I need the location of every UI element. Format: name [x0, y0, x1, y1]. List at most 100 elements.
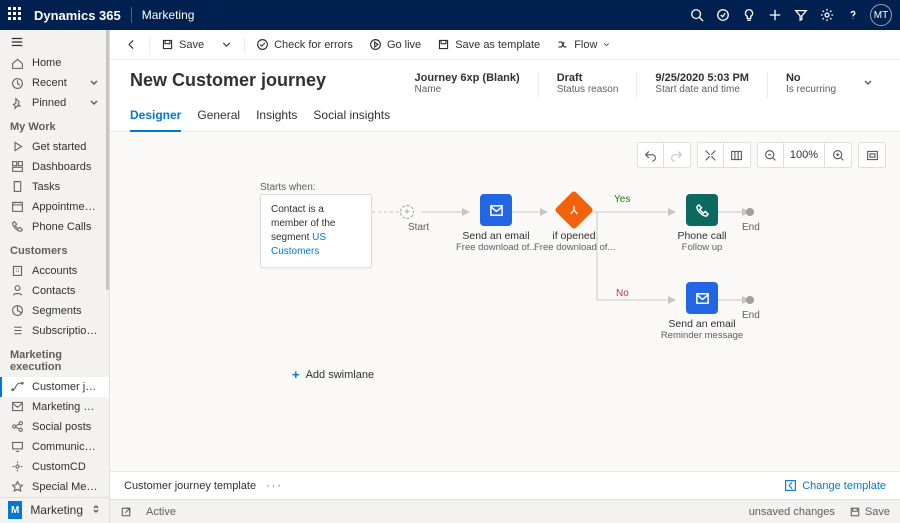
- sidebar-section-exec: Marketing execution: [0, 341, 109, 377]
- tab-designer[interactable]: Designer: [130, 108, 181, 132]
- hamburger-icon[interactable]: [0, 30, 109, 53]
- node-phone-call[interactable]: Phone call Follow up: [662, 194, 742, 253]
- phone-icon: [10, 220, 24, 234]
- clock-icon: [10, 76, 24, 90]
- sidebar-item-getstarted[interactable]: Get started: [0, 137, 109, 157]
- zoom-level: 100%: [784, 143, 825, 167]
- node-condition[interactable]: if opened Free download of...: [534, 194, 614, 253]
- expand-header-button[interactable]: [856, 70, 880, 97]
- map-button[interactable]: [724, 143, 750, 167]
- check-errors-button[interactable]: Check for errors: [249, 33, 360, 57]
- bulb-icon[interactable]: [736, 0, 762, 30]
- mail-icon: [686, 282, 718, 314]
- add-swimlane-button[interactable]: + Add swimlane: [292, 367, 374, 382]
- gear-icon: [10, 460, 24, 474]
- tab-social-insights[interactable]: Social insights: [313, 108, 390, 131]
- save-dropdown[interactable]: [213, 33, 240, 57]
- sidebar-item-social[interactable]: Social posts: [0, 417, 109, 437]
- sidebar-item-appointments[interactable]: Appointments: [0, 197, 109, 217]
- start-label: Start: [408, 222, 429, 233]
- zoom-in-button[interactable]: [825, 143, 851, 167]
- flow-button[interactable]: Flow: [549, 33, 618, 57]
- sidebar-item-phonecalls[interactable]: Phone Calls: [0, 217, 109, 237]
- sidebar-item-segments[interactable]: Segments: [0, 301, 109, 321]
- mail-icon: [10, 400, 24, 414]
- node-send-email-2[interactable]: Send an email Reminder message: [656, 282, 748, 341]
- sidebar-item-pinned[interactable]: Pinned: [0, 93, 109, 113]
- comm-icon: [10, 440, 24, 454]
- canvas-toolbar: 100%: [637, 142, 886, 168]
- user-avatar[interactable]: MT: [870, 4, 892, 26]
- updown-icon: [91, 503, 101, 517]
- sidebar-item-emails[interactable]: Marketing emails: [0, 397, 109, 417]
- popout-button[interactable]: [120, 506, 132, 518]
- save-template-button[interactable]: Save as template: [430, 33, 547, 57]
- sidebar-item-tasks[interactable]: Tasks: [0, 177, 109, 197]
- branch-icon: [554, 190, 594, 230]
- branch-no-label: No: [616, 288, 629, 299]
- chevron-down-icon: [89, 78, 99, 88]
- add-node-button[interactable]: +: [400, 205, 414, 219]
- fit-button[interactable]: [698, 143, 724, 167]
- sidebar-item-commd[interactable]: Communication D...: [0, 437, 109, 457]
- tab-bar: Designer General Insights Social insight…: [110, 98, 900, 132]
- meta-name: Journey 6xp (Blank)Name: [415, 72, 520, 95]
- filter-icon[interactable]: [788, 0, 814, 30]
- journey-icon: [10, 380, 24, 394]
- search-icon[interactable]: [684, 0, 710, 30]
- back-button[interactable]: [118, 33, 145, 57]
- more-button[interactable]: ···: [266, 480, 283, 492]
- status-label: Active: [146, 506, 176, 518]
- home-icon: [10, 56, 24, 70]
- sidebar-section-mywork: My Work: [0, 113, 109, 137]
- area-switcher[interactable]: M Marketing: [0, 497, 109, 523]
- sidebar-section-customers: Customers: [0, 237, 109, 261]
- gear-icon[interactable]: [814, 0, 840, 30]
- sidebar-item-home[interactable]: Home: [0, 53, 109, 73]
- area-initial: M: [8, 501, 22, 519]
- journey-canvas[interactable]: 100% Starts when: Contact is a member of…: [110, 132, 900, 471]
- sidebar-item-customcd[interactable]: CustomCD: [0, 457, 109, 477]
- sidebar-item-recent[interactable]: Recent: [0, 73, 109, 93]
- sidebar-item-accounts[interactable]: Accounts: [0, 261, 109, 281]
- template-label: Customer journey template: [124, 480, 256, 492]
- help-icon[interactable]: [840, 0, 866, 30]
- fullscreen-button[interactable]: [859, 143, 885, 167]
- mail-icon: [480, 194, 512, 226]
- star-icon: [10, 480, 24, 494]
- building-icon: [10, 264, 24, 278]
- page-title: New Customer journey: [130, 70, 395, 91]
- sidebar-item-dashboards[interactable]: Dashboards: [0, 157, 109, 177]
- brand-label: Dynamics 365: [34, 8, 121, 23]
- change-template-button[interactable]: Change template: [784, 479, 886, 492]
- footer-save-button[interactable]: Save: [849, 506, 890, 518]
- app-launcher-icon[interactable]: [8, 7, 24, 23]
- tab-insights[interactable]: Insights: [256, 108, 297, 131]
- divider: [131, 7, 132, 23]
- sidebar-item-contacts[interactable]: Contacts: [0, 281, 109, 301]
- tab-general[interactable]: General: [197, 108, 240, 131]
- go-live-button[interactable]: Go live: [362, 33, 428, 57]
- task-icon[interactable]: [710, 0, 736, 30]
- clipboard-icon: [10, 180, 24, 194]
- play-icon: [10, 140, 24, 154]
- unsaved-label: unsaved changes: [749, 506, 835, 518]
- command-bar: Save Check for errors Go live Save as te…: [110, 30, 900, 60]
- nav-sidebar: Home Recent Pinned My Work Get started D…: [0, 30, 110, 523]
- redo-button[interactable]: [664, 143, 690, 167]
- start-trigger-card[interactable]: Contact is a member of the segment US Cu…: [260, 194, 372, 268]
- sidebar-item-sublists[interactable]: Subscription lists: [0, 321, 109, 341]
- node-send-email-1[interactable]: Send an email Free download of...: [456, 194, 536, 253]
- end-label: End: [742, 222, 760, 233]
- undo-button[interactable]: [638, 143, 664, 167]
- plus-icon: +: [292, 367, 300, 382]
- sidebar-item-journeys[interactable]: Customer journeys: [0, 377, 109, 397]
- add-icon[interactable]: [762, 0, 788, 30]
- meta-start: 9/25/2020 5:03 PMStart date and time: [655, 72, 749, 95]
- scrollbar[interactable]: [106, 30, 109, 290]
- zoom-out-button[interactable]: [758, 143, 784, 167]
- sidebar-item-special[interactable]: Special Messages: [0, 477, 109, 497]
- status-bar: Active unsaved changes Save: [110, 499, 900, 523]
- save-button[interactable]: Save: [154, 33, 211, 57]
- main-area: Save Check for errors Go live Save as te…: [110, 30, 900, 523]
